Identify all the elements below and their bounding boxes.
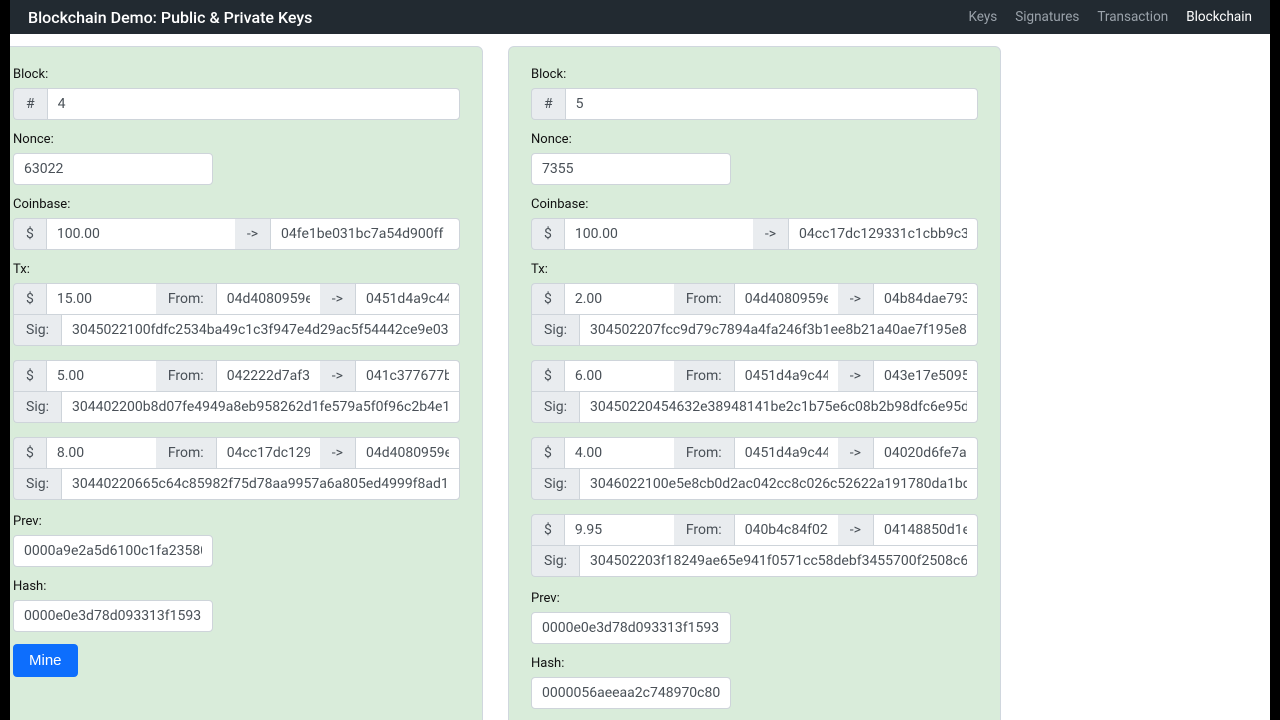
arrow-icon: -> bbox=[838, 283, 873, 314]
tx-amount-input[interactable] bbox=[564, 514, 674, 545]
prev-label: Prev: bbox=[13, 514, 460, 529]
tx-to-input[interactable] bbox=[355, 360, 460, 391]
tx-sig-input[interactable] bbox=[61, 314, 460, 346]
from-label: From: bbox=[156, 437, 216, 468]
block-card: Block: # Nonce: Coinbase: $ -> Tx: $ bbox=[10, 46, 483, 720]
arrow-icon: -> bbox=[753, 218, 788, 250]
dollar-icon: $ bbox=[531, 514, 564, 545]
tx-to-input[interactable] bbox=[355, 437, 460, 468]
coinbase-to-input[interactable] bbox=[270, 218, 460, 250]
tx-from-input[interactable] bbox=[734, 437, 838, 468]
hash-label: Hash: bbox=[531, 656, 978, 671]
tx-sig-input[interactable] bbox=[61, 468, 460, 500]
block-number-input[interactable] bbox=[47, 88, 460, 120]
dollar-icon: $ bbox=[13, 218, 46, 250]
block-card: Block: # Nonce: Coinbase: $ -> Tx: $ bbox=[508, 46, 1001, 720]
arrow-icon: -> bbox=[838, 514, 873, 545]
arrow-icon: -> bbox=[320, 283, 355, 314]
sig-label: Sig: bbox=[531, 545, 579, 577]
coinbase-amount-input[interactable] bbox=[564, 218, 753, 250]
hash-label: Hash: bbox=[13, 579, 460, 594]
tx-to-input[interactable] bbox=[355, 283, 460, 314]
tx-to-input[interactable] bbox=[873, 360, 978, 391]
arrow-icon: -> bbox=[235, 218, 270, 250]
tx-from-input[interactable] bbox=[216, 360, 320, 391]
tx-to-input[interactable] bbox=[873, 514, 978, 545]
navbar-nav: Keys Signatures Transaction Blockchain bbox=[968, 9, 1252, 25]
tx-sig-input[interactable] bbox=[579, 545, 978, 577]
tx-amount-input[interactable] bbox=[564, 437, 674, 468]
arrow-icon: -> bbox=[320, 360, 355, 391]
arrow-icon: -> bbox=[320, 437, 355, 468]
tx-amount-input[interactable] bbox=[46, 360, 156, 391]
tx-from-input[interactable] bbox=[734, 514, 838, 545]
content-area: . . . . -> -> -> bbox=[10, 34, 1270, 720]
number-icon: # bbox=[13, 88, 47, 120]
from-label: From: bbox=[674, 514, 734, 545]
block-number-input[interactable] bbox=[565, 88, 978, 120]
arrow-icon: -> bbox=[838, 437, 873, 468]
tx-amount-input[interactable] bbox=[564, 283, 674, 314]
dollar-icon: $ bbox=[13, 360, 46, 391]
tx-from-input[interactable] bbox=[734, 283, 838, 314]
coinbase-amount-input[interactable] bbox=[46, 218, 235, 250]
nav-blockchain[interactable]: Blockchain bbox=[1186, 9, 1252, 25]
hash-input[interactable] bbox=[13, 600, 213, 632]
prev-input[interactable] bbox=[531, 612, 731, 644]
dollar-icon: $ bbox=[531, 437, 564, 468]
dollar-icon: $ bbox=[13, 283, 46, 314]
tx-sig-input[interactable] bbox=[579, 468, 978, 500]
from-label: From: bbox=[674, 360, 734, 391]
prev-label: Prev: bbox=[531, 591, 978, 606]
tx-sig-input[interactable] bbox=[579, 314, 978, 346]
dollar-icon: $ bbox=[531, 360, 564, 391]
tx-sig-input[interactable] bbox=[579, 391, 978, 423]
tx-label: Tx: bbox=[13, 262, 460, 277]
navbar: Blockchain Demo: Public & Private Keys K… bbox=[10, 0, 1270, 34]
tx-label: Tx: bbox=[531, 262, 978, 277]
block-row: . . . . -> -> -> bbox=[10, 34, 1001, 720]
tx-to-input[interactable] bbox=[873, 283, 978, 314]
tx-from-input[interactable] bbox=[734, 360, 838, 391]
mine-button[interactable]: Mine bbox=[13, 644, 78, 677]
nav-signatures[interactable]: Signatures bbox=[1015, 9, 1079, 25]
dollar-icon: $ bbox=[531, 218, 564, 250]
block-label: Block: bbox=[13, 67, 460, 82]
tx-from-input[interactable] bbox=[216, 283, 320, 314]
dollar-icon: $ bbox=[531, 283, 564, 314]
sig-label: Sig: bbox=[531, 391, 579, 423]
sig-label: Sig: bbox=[531, 314, 579, 346]
hash-input[interactable] bbox=[531, 677, 731, 709]
from-label: From: bbox=[156, 360, 216, 391]
prev-input[interactable] bbox=[13, 535, 213, 567]
sig-label: Sig: bbox=[13, 468, 61, 500]
nav-transaction[interactable]: Transaction bbox=[1097, 9, 1168, 25]
coinbase-label: Coinbase: bbox=[13, 197, 460, 212]
tx-sig-input[interactable] bbox=[61, 391, 460, 423]
from-label: From: bbox=[156, 283, 216, 314]
number-icon: # bbox=[531, 88, 565, 120]
coinbase-label: Coinbase: bbox=[531, 197, 978, 212]
tx-amount-input[interactable] bbox=[46, 283, 156, 314]
dollar-icon: $ bbox=[13, 437, 46, 468]
from-label: From: bbox=[674, 283, 734, 314]
arrow-icon: -> bbox=[838, 360, 873, 391]
nonce-input[interactable] bbox=[531, 153, 731, 185]
sig-label: Sig: bbox=[531, 468, 579, 500]
nonce-label: Nonce: bbox=[531, 132, 978, 147]
coinbase-to-input[interactable] bbox=[788, 218, 978, 250]
nonce-label: Nonce: bbox=[13, 132, 460, 147]
tx-to-input[interactable] bbox=[873, 437, 978, 468]
nav-keys[interactable]: Keys bbox=[968, 9, 997, 25]
tx-from-input[interactable] bbox=[216, 437, 320, 468]
block-label: Block: bbox=[531, 67, 978, 82]
from-label: From: bbox=[674, 437, 734, 468]
tx-amount-input[interactable] bbox=[46, 437, 156, 468]
tx-amount-input[interactable] bbox=[564, 360, 674, 391]
sig-label: Sig: bbox=[13, 314, 61, 346]
sig-label: Sig: bbox=[13, 391, 61, 423]
navbar-brand: Blockchain Demo: Public & Private Keys bbox=[28, 8, 312, 27]
nonce-input[interactable] bbox=[13, 153, 213, 185]
